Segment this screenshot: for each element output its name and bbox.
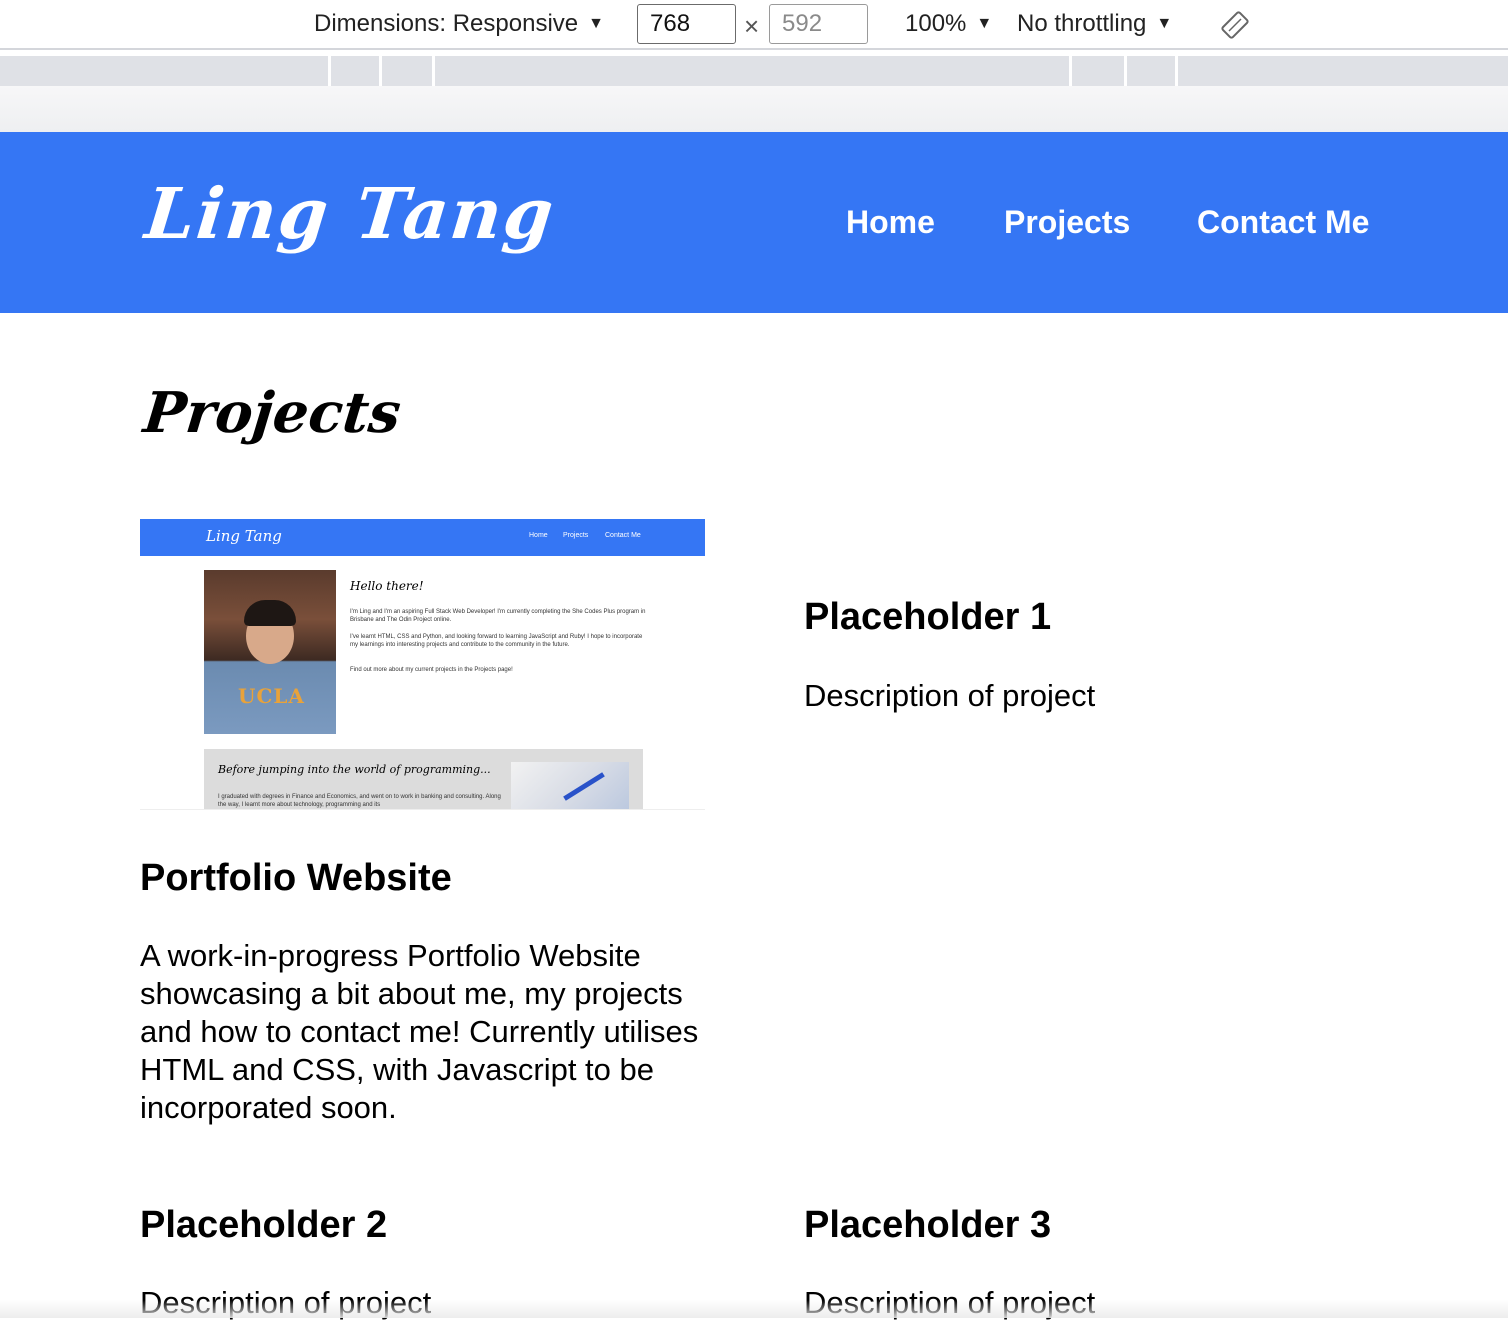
media-query-ruler[interactable] bbox=[0, 56, 1508, 86]
ruler-divider bbox=[432, 56, 435, 86]
width-input[interactable] bbox=[637, 4, 736, 44]
times-icon: × bbox=[744, 11, 760, 41]
project-title-portfolio[interactable]: Portfolio Website bbox=[140, 857, 452, 900]
photo-hair bbox=[244, 600, 296, 626]
dimensions-dropdown[interactable]: Dimensions: Responsive ▼ bbox=[314, 10, 604, 38]
ruler-divider bbox=[1124, 56, 1127, 86]
thumbnail-paragraph-3: Find out more about my current projects … bbox=[350, 667, 513, 673]
ruler-divider bbox=[328, 56, 331, 86]
project-title-placeholder-1: Placeholder 1 bbox=[804, 596, 1052, 638]
thumbnail-card-text: I graduated with degrees in Finance and … bbox=[218, 794, 501, 808]
thumbnail-paragraph-1: I'm Ling and I'm an aspiring Full Stack … bbox=[350, 609, 646, 623]
thumbnail-nav-projects: Projects bbox=[563, 532, 589, 539]
nav-home-link[interactable]: Home bbox=[846, 204, 935, 241]
viewport-gap bbox=[0, 86, 1508, 132]
project-description-placeholder-1: Description of project bbox=[804, 678, 1096, 713]
profile-photo: UCLA bbox=[204, 570, 336, 734]
throttling-dropdown[interactable]: No throttling ▼ bbox=[1017, 10, 1172, 38]
thumbnail-paragraph-2: I've learnt HTML, CSS and Python, and lo… bbox=[350, 634, 643, 648]
thumbnail-greeting: Hello there! bbox=[350, 579, 424, 593]
ruler-divider bbox=[1069, 56, 1072, 86]
dimensions-label: Dimensions: Responsive bbox=[314, 10, 579, 37]
zoom-dropdown[interactable]: 100% ▼ bbox=[905, 10, 992, 38]
thumbnail-nav-home: Home bbox=[529, 532, 548, 539]
project-title-placeholder-2: Placeholder 2 bbox=[140, 1204, 388, 1246]
nav-projects-link[interactable]: Projects bbox=[1004, 204, 1130, 241]
dimensions-caret-icon: ▼ bbox=[588, 15, 604, 32]
portfolio-thumbnail[interactable]: Ling Tang Home Projects Contact Me UCLA … bbox=[140, 519, 705, 810]
viewport-bottom-fade bbox=[0, 1300, 1508, 1318]
zoom-caret-icon: ▼ bbox=[976, 15, 993, 32]
zoom-value: 100% bbox=[905, 10, 967, 37]
pen-shape bbox=[563, 772, 605, 801]
thumbnail-card-image bbox=[511, 762, 629, 809]
throttling-caret-icon: ▼ bbox=[1156, 15, 1173, 32]
thumbnail-card-title: Before jumping into the world of program… bbox=[218, 763, 491, 776]
thumbnail-card: Before jumping into the world of program… bbox=[204, 749, 643, 809]
site-header: Ling Tang Home Projects Contact Me bbox=[0, 132, 1508, 313]
site-logo[interactable]: Ling Tang bbox=[142, 172, 559, 255]
project-title-placeholder-3: Placeholder 3 bbox=[804, 1204, 1052, 1246]
project-description-portfolio: A work-in-progress Portfolio Website sho… bbox=[140, 938, 699, 1125]
ruler-divider bbox=[1175, 56, 1178, 86]
ruler-divider bbox=[379, 56, 382, 86]
thumbnail-nav-contact: Contact Me bbox=[605, 532, 641, 539]
height-input[interactable] bbox=[769, 4, 868, 44]
photo-shirt-text: UCLA bbox=[238, 684, 305, 708]
rotate-icon[interactable] bbox=[1219, 9, 1251, 41]
nav-contact-link[interactable]: Contact Me bbox=[1197, 204, 1369, 241]
throttling-value: No throttling bbox=[1017, 10, 1147, 37]
thumbnail-logo: Ling Tang bbox=[206, 527, 282, 545]
devtools-toolbar: Dimensions: Responsive ▼ × 100% ▼ No throt… bbox=[0, 0, 1508, 50]
page-title: Projects bbox=[140, 380, 404, 446]
